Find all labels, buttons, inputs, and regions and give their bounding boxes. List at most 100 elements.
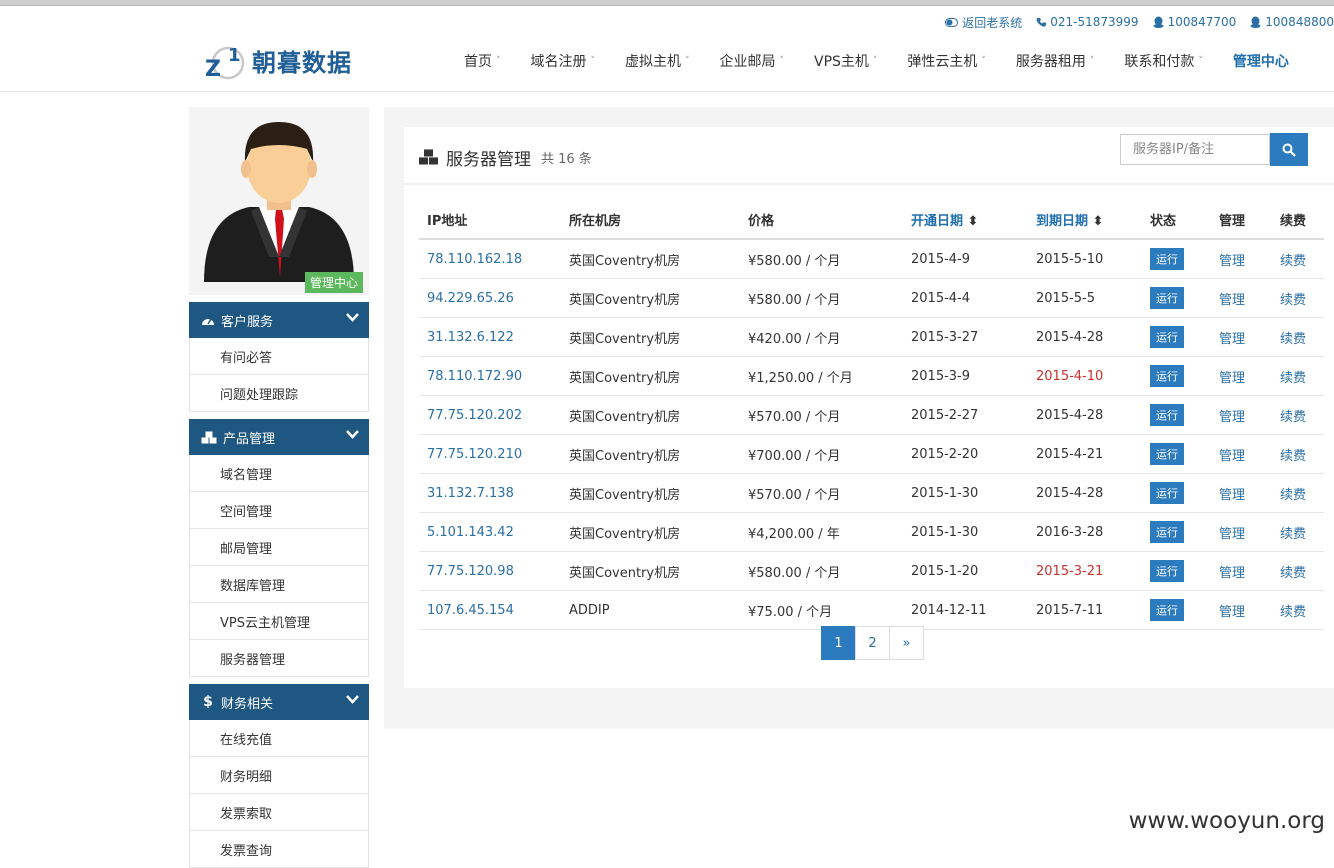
status-cell: 运行	[1142, 551, 1211, 591]
chevron-down-icon	[346, 693, 359, 708]
user-avatar-icon	[204, 122, 354, 282]
status-badge[interactable]: 运行	[1150, 443, 1184, 465]
table-row: 31.132.7.138 英国Coventry机房 ¥570.00 / 个月 2015…	[419, 473, 1324, 513]
status-badge[interactable]: 运行	[1150, 365, 1184, 387]
sidebar-item-ticket-tracking[interactable]: 问题处理跟踪	[189, 375, 369, 412]
status-badge[interactable]: 运行	[1150, 560, 1184, 582]
sidebar-item-database[interactable]: 数据库管理	[189, 566, 369, 603]
sidebar-item-server[interactable]: 服务器管理	[189, 640, 369, 677]
status-badge[interactable]: 运行	[1150, 521, 1184, 543]
sidebar-item-invoice-query[interactable]: 发票查询	[189, 831, 369, 868]
manage-link[interactable]: 管理	[1219, 254, 1245, 269]
manage-cell: 管理	[1211, 395, 1272, 435]
sidebar-section-header[interactable]: $ 财务相关	[189, 684, 369, 720]
page-next[interactable]: »	[889, 626, 924, 660]
search-button[interactable]	[1270, 133, 1308, 166]
nav-server[interactable]: 服务器租用 ˅	[1016, 51, 1095, 71]
old-system-link[interactable]: 返回老系统	[945, 14, 1022, 30]
ip-link[interactable]: 31.132.6.122	[419, 317, 561, 357]
sidebar-item-vps[interactable]: VPS云主机管理	[189, 603, 369, 640]
price-cell: ¥1,250.00 / 个月	[740, 356, 903, 396]
nav-hosting[interactable]: 虚拟主机 ˅	[625, 51, 690, 71]
ip-link[interactable]: 77.75.120.98	[419, 551, 561, 591]
server-table: IP地址 所在机房 价格 开通日期 ⬍ 到期日期 ⬍ 状态 管理 续费 78.1…	[419, 200, 1324, 630]
manage-link[interactable]: 管理	[1219, 527, 1245, 542]
manage-link[interactable]: 管理	[1219, 488, 1245, 503]
status-badge[interactable]: 运行	[1150, 404, 1184, 426]
status-badge[interactable]: 运行	[1150, 599, 1184, 621]
sidebar-section-products: 产品管理 域名管理 空间管理 邮局管理 数据库管理 VPS云主机管理 服务器管理	[189, 419, 369, 677]
nav-admin[interactable]: 管理中心	[1233, 51, 1289, 71]
manage-link[interactable]: 管理	[1219, 410, 1245, 425]
nav-contact[interactable]: 联系和付款 ˅	[1124, 51, 1203, 71]
sidebar-item-faq[interactable]: 有问必答	[189, 338, 369, 375]
sidebar-item-invoice-request[interactable]: 发票索取	[189, 794, 369, 831]
manage-link[interactable]: 管理	[1219, 605, 1245, 620]
search-input[interactable]	[1120, 134, 1270, 165]
sidebar-section-header[interactable]: 客户服务	[189, 302, 369, 338]
renew-link[interactable]: 续费	[1280, 332, 1306, 347]
ip-link[interactable]: 78.110.172.90	[419, 356, 561, 396]
sidebar-item-finance-detail[interactable]: 财务明细	[189, 757, 369, 794]
admin-center-badge[interactable]: 管理中心	[304, 272, 363, 293]
room-cell: 英国Coventry机房	[561, 551, 740, 591]
room-cell: 英国Coventry机房	[561, 317, 740, 357]
expire-date-cell: 2015-4-21	[1028, 434, 1142, 474]
qq-link-2[interactable]: 100848800	[1250, 14, 1334, 30]
pagination: 1 2 »	[821, 626, 924, 660]
col-open-date[interactable]: 开通日期 ⬍	[903, 200, 1028, 240]
nav-mail[interactable]: 企业邮局 ˅	[720, 51, 785, 71]
renew-link[interactable]: 续费	[1280, 254, 1306, 269]
col-expire-date[interactable]: 到期日期 ⬍	[1028, 200, 1142, 240]
sidebar-section-header[interactable]: 产品管理	[189, 419, 369, 455]
chevron-down-icon: ˅	[685, 56, 690, 66]
page-2[interactable]: 2	[855, 626, 890, 660]
renew-cell: 续费	[1272, 317, 1324, 357]
manage-link[interactable]: 管理	[1219, 449, 1245, 464]
renew-link[interactable]: 续费	[1280, 293, 1306, 308]
price-cell: ¥570.00 / 个月	[740, 395, 903, 435]
manage-link[interactable]: 管理	[1219, 332, 1245, 347]
manage-link[interactable]: 管理	[1219, 566, 1245, 581]
nav-cloud[interactable]: 弹性云主机 ˅	[907, 51, 986, 71]
ip-link[interactable]: 77.75.120.202	[419, 395, 561, 435]
renew-link[interactable]: 续费	[1280, 566, 1306, 581]
ip-link[interactable]: 31.132.7.138	[419, 473, 561, 513]
expire-date-cell: 2015-4-10	[1028, 356, 1142, 396]
room-cell: 英国Coventry机房	[561, 473, 740, 513]
page-1[interactable]: 1	[821, 626, 856, 660]
status-badge[interactable]: 运行	[1150, 287, 1184, 309]
col-manage: 管理	[1211, 200, 1272, 240]
sidebar-item-space[interactable]: 空间管理	[189, 492, 369, 529]
ip-link[interactable]: 77.75.120.210	[419, 434, 561, 474]
status-badge[interactable]: 运行	[1150, 248, 1184, 270]
renew-link[interactable]: 续费	[1280, 488, 1306, 503]
renew-link[interactable]: 续费	[1280, 449, 1306, 464]
utility-bar: 返回老系统 021-51873999 100847700 100848800	[945, 14, 1334, 30]
sidebar-item-mail[interactable]: 邮局管理	[189, 529, 369, 566]
renew-link[interactable]: 续费	[1280, 371, 1306, 386]
qq-link-1[interactable]: 100847700	[1153, 14, 1236, 30]
site-logo[interactable]: Z 1 朝暮数据	[204, 39, 352, 81]
sidebar-item-recharge[interactable]: 在线充值	[189, 720, 369, 757]
renew-link[interactable]: 续费	[1280, 410, 1306, 425]
ip-link[interactable]: 107.6.45.154	[419, 590, 561, 630]
status-badge[interactable]: 运行	[1150, 326, 1184, 348]
svg-text:1: 1	[228, 45, 241, 66]
ip-link[interactable]: 94.229.65.26	[419, 278, 561, 318]
nav-domain[interactable]: 域名注册 ˅	[531, 51, 596, 71]
price-cell: ¥580.00 / 个月	[740, 278, 903, 318]
manage-link[interactable]: 管理	[1219, 371, 1245, 386]
nav-vps[interactable]: VPS主机 ˅	[814, 51, 877, 71]
renew-link[interactable]: 续费	[1280, 527, 1306, 542]
manage-link[interactable]: 管理	[1219, 293, 1245, 308]
renew-link[interactable]: 续费	[1280, 605, 1306, 620]
phone-link[interactable]: 021-51873999	[1036, 14, 1139, 30]
ip-link[interactable]: 78.110.162.18	[419, 239, 561, 279]
ip-link[interactable]: 5.101.143.42	[419, 512, 561, 552]
status-cell: 运行	[1142, 473, 1211, 513]
sidebar-item-domain[interactable]: 域名管理	[189, 455, 369, 492]
browser-top-edge	[0, 0, 1334, 6]
status-badge[interactable]: 运行	[1150, 482, 1184, 504]
nav-home[interactable]: 首页 ˅	[464, 51, 501, 71]
